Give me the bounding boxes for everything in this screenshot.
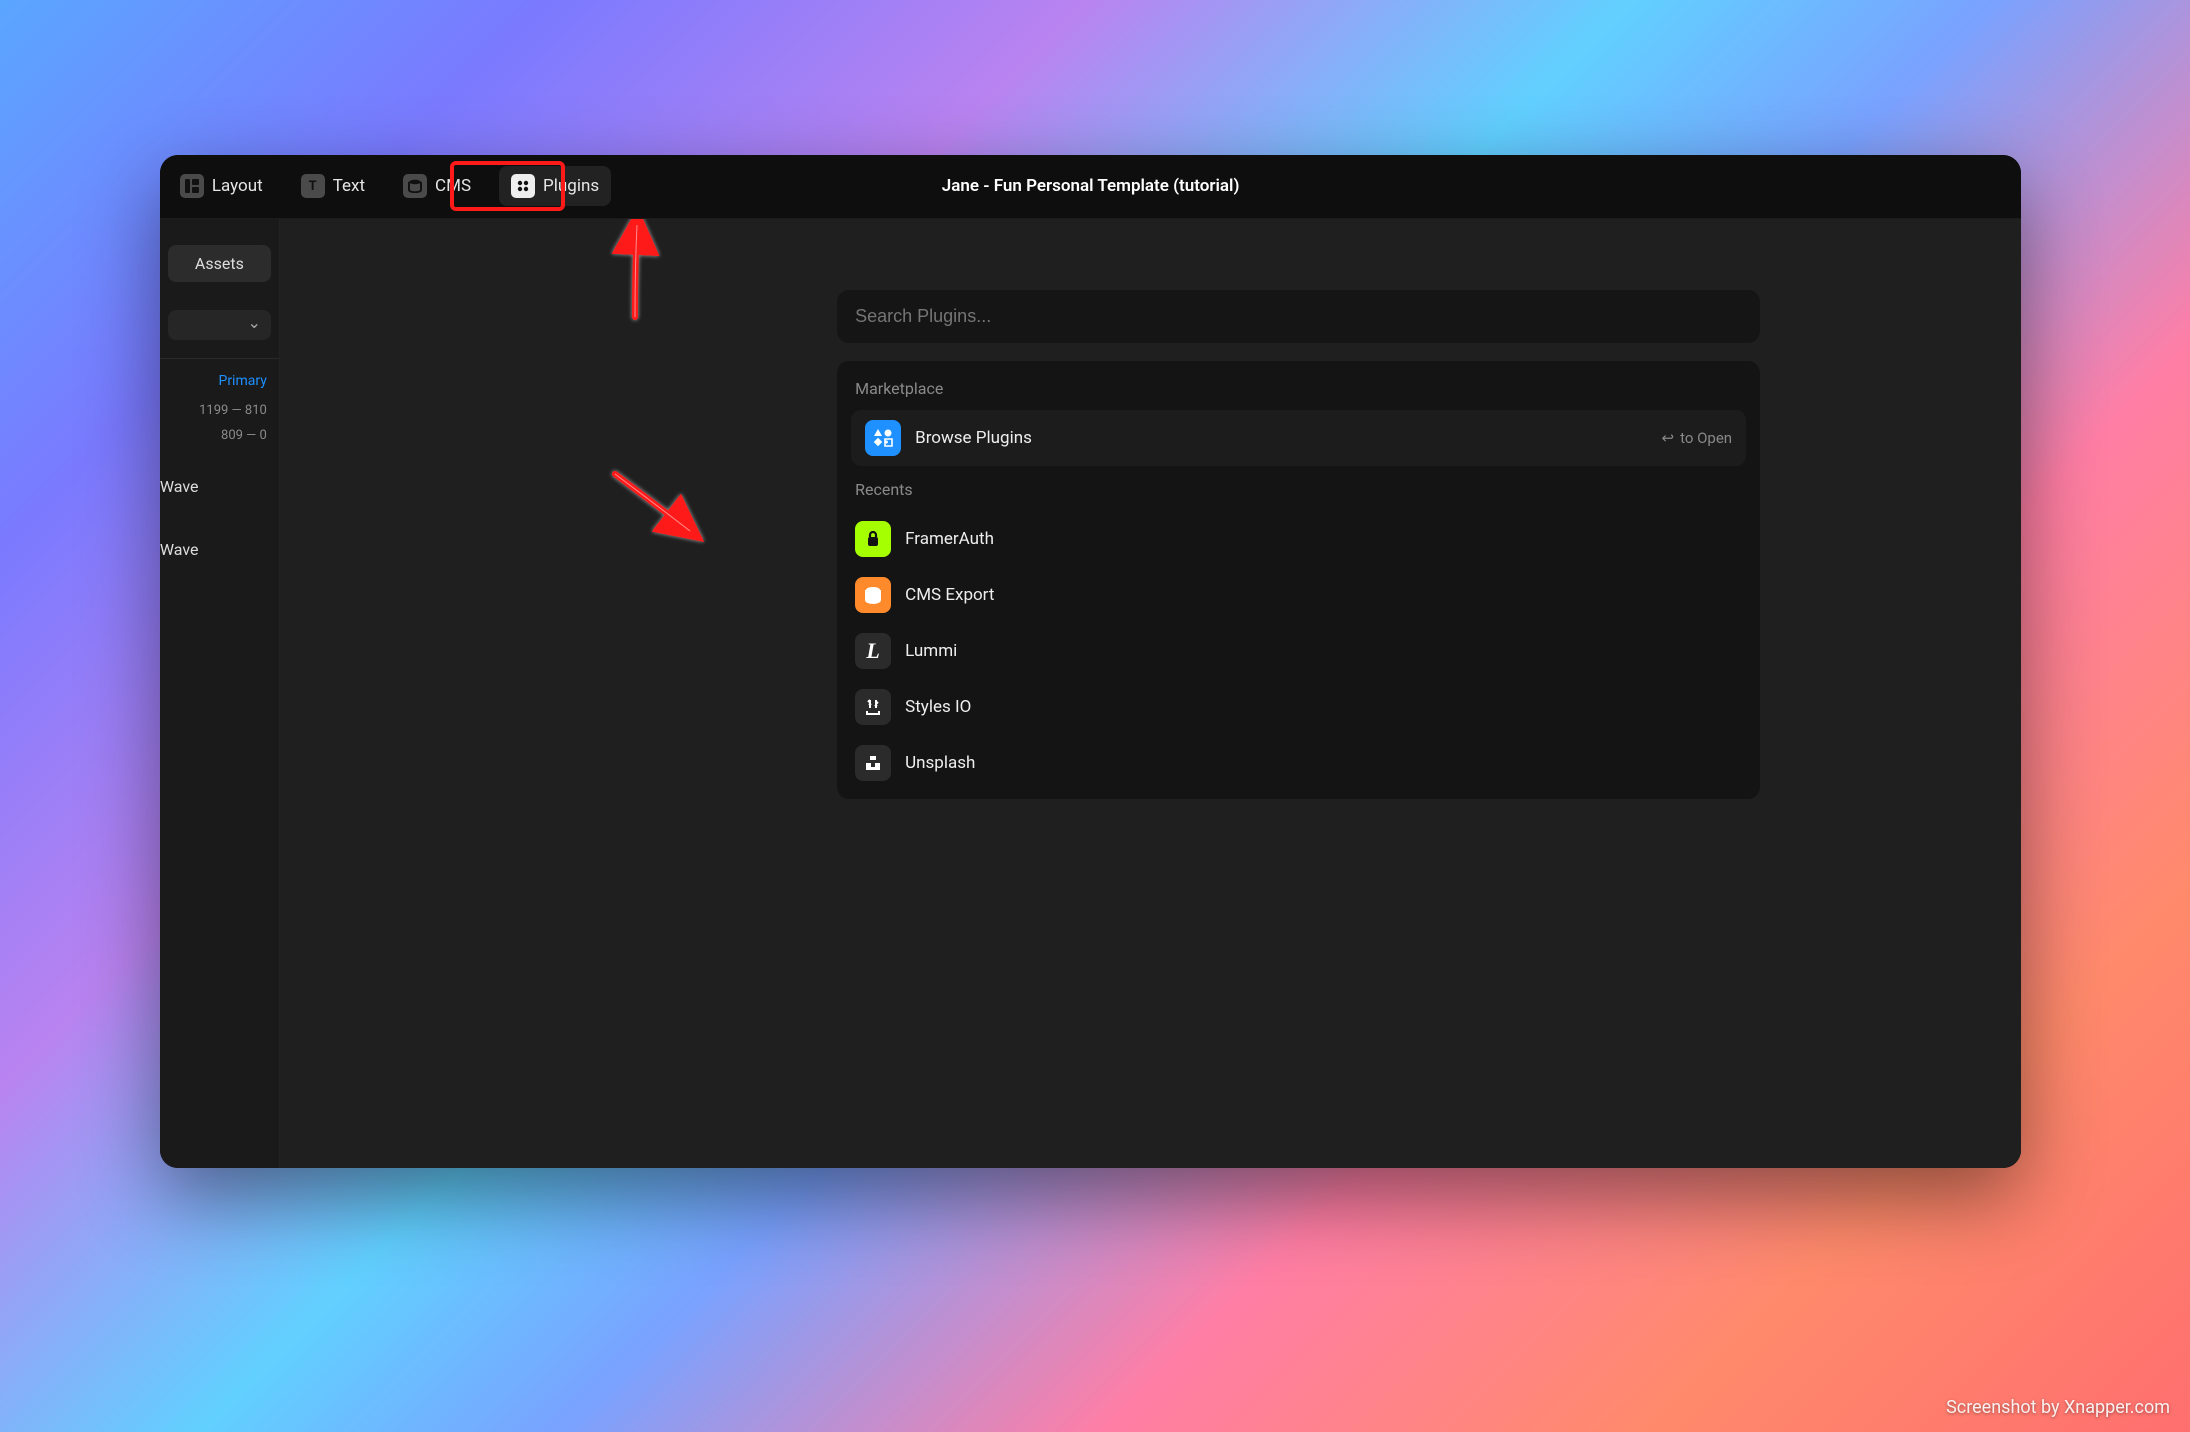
cmsexport-icon [855, 577, 891, 613]
section-heading-recents: Recents [855, 480, 1742, 499]
section-heading-marketplace: Marketplace [855, 379, 1742, 398]
plugin-row-framerauth[interactable]: FramerAuth [851, 511, 1746, 567]
app-window: Layout T Text CMS Plugins Jane - Fun Per… [160, 155, 2022, 1169]
tab-layout[interactable]: Layout [170, 168, 273, 204]
sidebar-breakpoint-range[interactable]: 809 — 0 [160, 428, 279, 443]
sidebar-breakpoint-primary[interactable]: Primary [160, 373, 279, 389]
plugins-icon [511, 174, 535, 198]
app-body: Assets Primary 1199 — 810 809 — 0 Wave W… [160, 219, 2022, 1169]
sidebar: Assets Primary 1199 — 810 809 — 0 Wave W… [160, 219, 280, 1169]
plugin-row-stylesio[interactable]: Styles IO [851, 679, 1746, 735]
plugins-panel: Marketplace Browse Plugins [837, 290, 1760, 799]
search-input[interactable] [837, 290, 1760, 343]
framerauth-icon [855, 521, 891, 557]
sidebar-layer[interactable]: Wave [160, 540, 279, 559]
unsplash-icon [855, 745, 891, 781]
divider [160, 358, 279, 359]
tab-label: Layout [212, 176, 263, 196]
tab-label: CMS [435, 176, 471, 196]
browse-plugins-row[interactable]: Browse Plugins ↩ to Open [851, 410, 1746, 466]
plugin-label: CMS Export [905, 585, 994, 605]
stylesio-icon [855, 689, 891, 725]
plugin-row-cmsexport[interactable]: CMS Export [851, 567, 1746, 623]
enter-icon: ↩ [1662, 429, 1675, 447]
plugin-row-unsplash[interactable]: Unsplash [851, 735, 1746, 791]
lummi-icon: L [855, 633, 891, 669]
sidebar-dropdown[interactable] [168, 310, 271, 340]
shapes-icon [865, 420, 901, 456]
plugins-section: Marketplace Browse Plugins [837, 361, 1760, 799]
open-hint: ↩ to Open [1662, 429, 1733, 447]
tab-label: Text [333, 176, 365, 196]
database-icon [403, 174, 427, 198]
tab-cms[interactable]: CMS [393, 168, 481, 204]
sidebar-breakpoint-range[interactable]: 1199 — 810 [160, 403, 279, 418]
canvas: Marketplace Browse Plugins [280, 219, 2022, 1169]
plugin-label: Unsplash [905, 753, 975, 773]
plugin-label: FramerAuth [905, 529, 994, 549]
sidebar-assets-tab[interactable]: Assets [168, 245, 271, 282]
browse-plugins-label: Browse Plugins [915, 428, 1647, 448]
tab-text[interactable]: T Text [291, 168, 375, 204]
sidebar-layer[interactable]: Wave [160, 477, 279, 496]
tab-label: Plugins [543, 176, 599, 196]
text-icon: T [301, 174, 325, 198]
watermark: Screenshot by Xnapper.com [1946, 1397, 2170, 1418]
tab-plugins[interactable]: Plugins [499, 166, 611, 206]
plugin-label: Styles IO [905, 697, 971, 717]
annotation-arrow [610, 469, 710, 553]
annotation-arrow [615, 219, 665, 331]
layout-icon [180, 174, 204, 198]
plugin-label: Lummi [905, 641, 957, 661]
plugin-row-lummi[interactable]: L Lummi [851, 623, 1746, 679]
toolbar: Layout T Text CMS Plugins Jane - Fun Per… [160, 155, 2022, 219]
sidebar-assets-label: Assets [195, 254, 244, 273]
